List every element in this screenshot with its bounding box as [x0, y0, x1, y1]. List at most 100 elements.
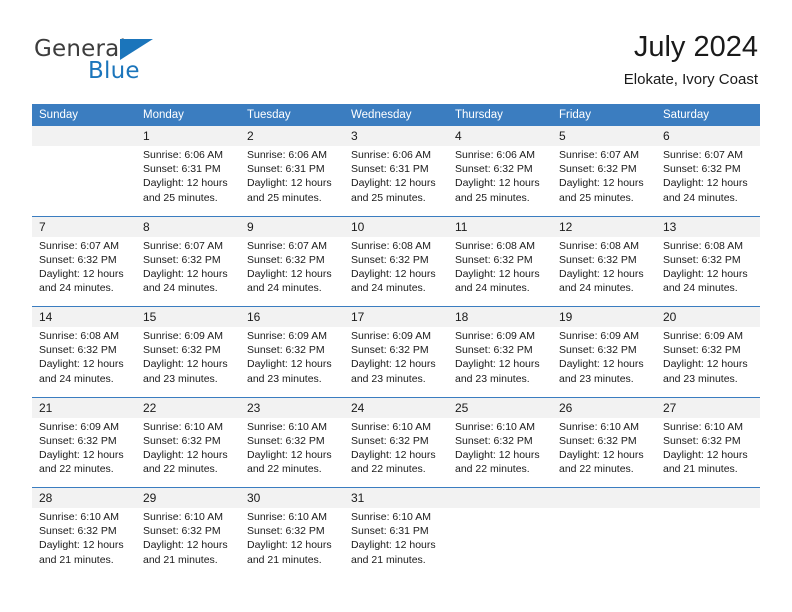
day-number[interactable]: 18	[448, 306, 552, 327]
daylight-text: Daylight: 12 hours	[455, 177, 540, 190]
week-info-row: Sunrise: 6:10 AM Sunset: 6:32 PM Daylight:…	[32, 508, 760, 578]
day-number[interactable]: 27	[656, 396, 760, 418]
day-details-cell: Sunrise: 6:10 AM Sunset: 6:32 PM Daylight:…	[656, 417, 760, 488]
week-daynumber-row: 7 8 9 10 11 12 13	[32, 215, 760, 237]
day-details-cell: Sunrise: 6:10 AM Sunset: 6:32 PM Daylight:…	[240, 508, 344, 578]
day-number[interactable]: 9	[240, 215, 344, 237]
day-number[interactable]: 8	[136, 215, 240, 237]
day-number[interactable]: 2	[240, 126, 344, 146]
daylight-text: Daylight: 12 hours	[247, 267, 332, 280]
sunset-text: Sunset: 6:32 PM	[559, 163, 637, 176]
day-details-cell: Sunrise: 6:09 AM Sunset: 6:32 PM Daylight:…	[656, 327, 760, 397]
day-number[interactable]: 29	[136, 487, 240, 508]
week-daynumber-row: 28 29 30 31	[32, 487, 760, 508]
empty-day-cell	[32, 146, 136, 216]
day-details-cell: Sunrise: 6:06 AM Sunset: 6:31 PM Daylight:…	[240, 146, 344, 216]
day-number[interactable]: 25	[448, 396, 552, 418]
calendar-table: Sunday Monday Tuesday Wednesday Thursday Frid…	[32, 104, 760, 578]
day-number[interactable]: 7	[32, 215, 136, 237]
daylight-text: Daylight: 12 hours	[351, 267, 436, 280]
day-number[interactable]: 6	[656, 126, 760, 146]
calendar-page: General Blue July 2024 Elokate, Ivory Co…	[0, 0, 792, 612]
day-number[interactable]: 23	[240, 396, 344, 418]
weekday-header-thursday: Thursday	[448, 104, 552, 126]
day-number[interactable]: 31	[344, 487, 448, 508]
day-details-cell: Sunrise: 6:09 AM Sunset: 6:32 PM Daylight:…	[240, 327, 344, 397]
daylight-text: Daylight: 12 hours	[143, 448, 228, 461]
general-blue-logo[interactable]: General Blue	[34, 36, 214, 88]
day-number[interactable]: 19	[552, 306, 656, 327]
sunrise-text: Sunrise: 6:10 AM	[39, 511, 119, 523]
day-details-cell: Sunrise: 6:09 AM Sunset: 6:32 PM Daylight:…	[32, 417, 136, 488]
day-number[interactable]: 13	[656, 215, 760, 237]
sunset-text: Sunset: 6:31 PM	[247, 163, 325, 176]
daylight-text: Daylight: 12 hours	[559, 448, 644, 461]
day-details-cell: Sunrise: 6:06 AM Sunset: 6:32 PM Daylight:…	[448, 146, 552, 216]
day-number[interactable]: 3	[344, 126, 448, 146]
weekday-header-tuesday: Tuesday	[240, 104, 344, 126]
daylight-minutes-text: and 22 minutes.	[351, 463, 426, 476]
day-number[interactable]: 4	[448, 126, 552, 146]
sunset-text: Sunset: 6:31 PM	[351, 163, 429, 176]
sunrise-text: Sunrise: 6:06 AM	[455, 149, 535, 161]
day-number[interactable]: 16	[240, 306, 344, 327]
day-number[interactable]: 12	[552, 215, 656, 237]
daylight-text: Daylight: 12 hours	[663, 177, 748, 190]
day-number[interactable]: 20	[656, 306, 760, 327]
sunset-text: Sunset: 6:32 PM	[455, 253, 533, 266]
daylight-minutes-text: and 24 minutes.	[247, 282, 322, 295]
day-number[interactable]: 28	[32, 487, 136, 508]
weekday-header-friday: Friday	[552, 104, 656, 126]
sunset-text: Sunset: 6:32 PM	[39, 344, 117, 357]
sunrise-text: Sunrise: 6:09 AM	[559, 330, 639, 342]
sunrise-text: Sunrise: 6:10 AM	[351, 420, 431, 433]
daylight-text: Daylight: 12 hours	[247, 539, 332, 552]
day-number[interactable]: 14	[32, 306, 136, 327]
daylight-minutes-text: and 24 minutes.	[351, 282, 426, 295]
daylight-minutes-text: and 22 minutes.	[247, 463, 322, 476]
daylight-minutes-text: and 24 minutes.	[663, 191, 738, 204]
daylight-minutes-text: and 25 minutes.	[559, 191, 634, 204]
day-number[interactable]: 26	[552, 396, 656, 418]
day-number[interactable]: 1	[136, 126, 240, 146]
day-details-cell: Sunrise: 6:08 AM Sunset: 6:32 PM Daylight:…	[32, 327, 136, 397]
daylight-minutes-text: and 24 minutes.	[143, 282, 218, 295]
sunrise-text: Sunrise: 6:08 AM	[351, 239, 431, 252]
day-number[interactable]: 21	[32, 396, 136, 418]
sunrise-text: Sunrise: 6:06 AM	[351, 149, 431, 161]
sunset-text: Sunset: 6:32 PM	[143, 253, 221, 266]
sunset-text: Sunset: 6:32 PM	[39, 434, 117, 447]
day-number[interactable]: 24	[344, 396, 448, 418]
sunrise-text: Sunrise: 6:06 AM	[247, 149, 327, 161]
daylight-text: Daylight: 12 hours	[351, 358, 436, 371]
sunset-text: Sunset: 6:32 PM	[143, 434, 221, 447]
day-number[interactable]: 30	[240, 487, 344, 508]
daylight-minutes-text: and 24 minutes.	[39, 372, 114, 385]
daylight-minutes-text: and 21 minutes.	[663, 463, 738, 476]
empty-day-number	[32, 126, 136, 146]
daylight-minutes-text: and 25 minutes.	[247, 191, 322, 204]
daylight-minutes-text: and 25 minutes.	[143, 191, 218, 204]
day-number[interactable]: 10	[344, 215, 448, 237]
day-number[interactable]: 11	[448, 215, 552, 237]
sunrise-text: Sunrise: 6:08 AM	[559, 239, 639, 252]
sunrise-text: Sunrise: 6:10 AM	[247, 511, 327, 523]
daylight-text: Daylight: 12 hours	[247, 358, 332, 371]
sunset-text: Sunset: 6:32 PM	[351, 434, 429, 447]
sunrise-text: Sunrise: 6:09 AM	[351, 330, 431, 342]
day-details-cell: Sunrise: 6:07 AM Sunset: 6:32 PM Daylight:…	[32, 236, 136, 307]
sunset-text: Sunset: 6:32 PM	[247, 434, 325, 447]
daylight-minutes-text: and 22 minutes.	[559, 463, 634, 476]
day-number[interactable]: 5	[552, 126, 656, 146]
sunrise-text: Sunrise: 6:07 AM	[247, 239, 327, 252]
day-details-cell: Sunrise: 6:07 AM Sunset: 6:32 PM Daylight:…	[240, 236, 344, 307]
day-details-cell: Sunrise: 6:10 AM Sunset: 6:32 PM Daylight:…	[448, 417, 552, 488]
daylight-minutes-text: and 21 minutes.	[39, 553, 114, 566]
sunset-text: Sunset: 6:32 PM	[559, 344, 637, 357]
day-number[interactable]: 17	[344, 306, 448, 327]
sunrise-text: Sunrise: 6:09 AM	[143, 330, 223, 342]
day-number[interactable]: 22	[136, 396, 240, 418]
daylight-text: Daylight: 12 hours	[143, 539, 228, 552]
daylight-text: Daylight: 12 hours	[663, 448, 748, 461]
day-number[interactable]: 15	[136, 306, 240, 327]
